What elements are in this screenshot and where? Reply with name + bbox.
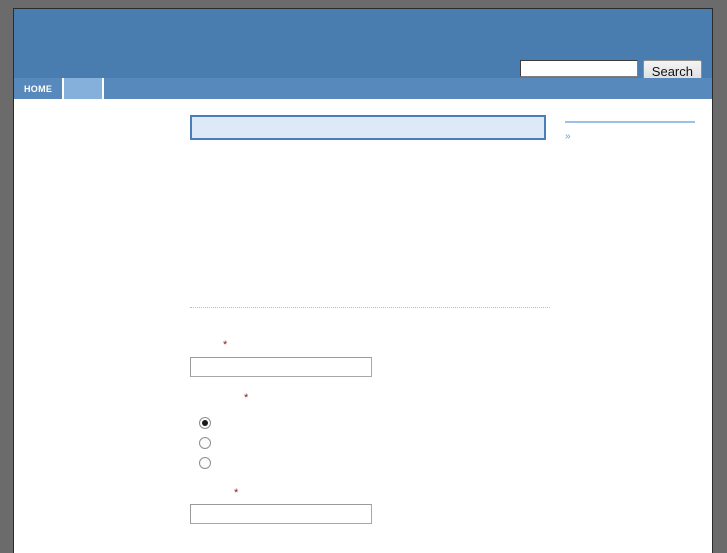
page-title <box>192 117 544 125</box>
radio-button-icon[interactable] <box>199 437 211 449</box>
nav-tab-home[interactable]: HOME <box>14 78 65 99</box>
required-asterisk: * <box>244 392 249 404</box>
required-asterisk: * <box>223 339 228 351</box>
radio-button-icon[interactable] <box>199 457 211 469</box>
field-2-label-row: * <box>190 393 248 404</box>
nav-tab-home-label: HOME <box>24 83 53 94</box>
radio-button-icon[interactable] <box>199 417 211 429</box>
rail-divider <box>565 121 695 123</box>
field-3-input[interactable] <box>190 504 372 524</box>
required-asterisk: * <box>234 487 239 499</box>
field-1-label-row: * <box>190 340 227 351</box>
field-1-input[interactable] <box>190 357 372 377</box>
brand-logo-area[interactable] <box>14 9 344 67</box>
radio-option[interactable] <box>190 453 217 473</box>
right-rail: » <box>565 115 700 142</box>
radio-option[interactable] <box>190 413 217 433</box>
nav-tab-selected[interactable] <box>64 78 105 99</box>
search-input[interactable] <box>519 60 638 77</box>
main-content: » * * * <box>14 99 712 553</box>
page-shell: Search HOME » * * * <box>13 8 713 553</box>
page-title-banner <box>190 115 546 140</box>
double-chevron-right-icon: » <box>565 131 571 142</box>
section-divider-top <box>190 307 550 308</box>
site-header: Search <box>14 9 712 83</box>
rail-link[interactable]: » <box>565 132 700 142</box>
radio-option[interactable] <box>190 433 217 453</box>
main-navigation: HOME <box>14 78 712 99</box>
field-2-radio-group <box>190 413 217 473</box>
field-3-label-row: * <box>190 488 238 499</box>
